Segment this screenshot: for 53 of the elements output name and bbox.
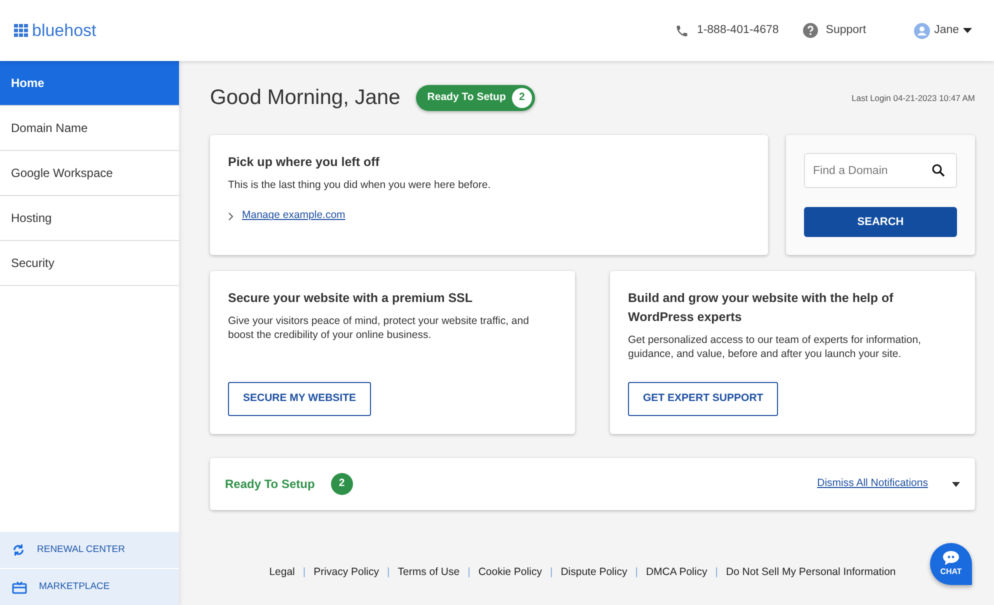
card-title: Secure your website with a premium SSL [228,290,474,307]
separator: | [302,565,306,580]
caret-icon[interactable] [952,482,960,486]
greeting-heading: Good Morning, Jane [210,85,400,111]
help-icon [802,23,818,38]
search-button[interactable]: SEARCH [804,207,957,237]
separator: | [715,565,718,580]
phone-link[interactable]: 1-888-401-4678 [696,22,779,40]
logo-text: bluehost [32,20,96,42]
sidebar-item[interactable]: Domain Name [0,106,179,151]
promo-button[interactable]: SECURE MY WEBSITE [228,382,371,416]
card-text: This is the last thing you did when you were here before. [228,178,492,192]
user-menu[interactable]: Jane [934,22,959,40]
separator: | [550,565,553,580]
footer-link[interactable]: Do Not Sell My Personal Information [726,565,896,581]
footer-link[interactable]: Privacy Policy [314,565,379,581]
search-icon [932,164,945,177]
card-title: Build and grow your website with the help of WordPress experts [628,290,894,326]
sidebar-item[interactable]: Home [0,61,179,106]
count-badge: 2 [330,473,353,495]
separator: | [468,565,470,580]
footer-link[interactable]: Terms of Use [398,565,460,581]
chat-button[interactable]: CHAT [930,543,972,585]
separator: | [387,565,390,580]
notifications-title: Ready To Setup [225,476,315,493]
refresh-icon [12,543,25,557]
caret-icon [963,28,972,33]
logo-grid-icon [14,24,28,37]
domain-search-field[interactable]: Find a Domain [804,153,957,188]
ready-to-setup-badge[interactable]: Ready To Setup 2 [416,85,535,111]
speech-bubble-icon [942,550,960,566]
sidebar-item[interactable]: Google Workspace [0,151,179,196]
separator: | [635,565,638,580]
avatar-icon [914,22,930,38]
dismiss-all-link[interactable]: Dismiss All Notifications [817,476,928,492]
storefront-icon [12,580,27,594]
chevron-right-icon [228,212,234,221]
footer-link[interactable]: Legal [269,565,295,581]
sidebar-item[interactable]: Security [0,241,179,286]
last-login-text: Last Login 04-21-2023 10:47 AM [852,92,975,104]
sidebar-item[interactable]: Hosting [0,196,179,241]
sidebar-link[interactable]: MARKETPLACE [0,568,179,605]
footer-link[interactable]: Dispute Policy [560,565,628,581]
card-title: Pick up where you left off [228,154,380,171]
card-text: Give your visitors peace of mind, protect your website traffic, and boost the credibility of your online business. [228,314,530,344]
footer-link[interactable]: DMCA Policy [646,565,708,581]
manage-link[interactable]: Manage example.com [242,208,346,224]
promo-button[interactable]: GET EXPERT SUPPORT [628,382,778,416]
phone-icon [674,24,689,38]
footer-link[interactable]: Cookie Policy [478,565,542,581]
sidebar-link[interactable]: RENEWAL CENTER [0,531,179,568]
card-text: Get personalized access to our team of experts for information, guidance, and value, before and after you launch your site. [628,332,922,362]
support-link[interactable]: Support [826,22,866,40]
